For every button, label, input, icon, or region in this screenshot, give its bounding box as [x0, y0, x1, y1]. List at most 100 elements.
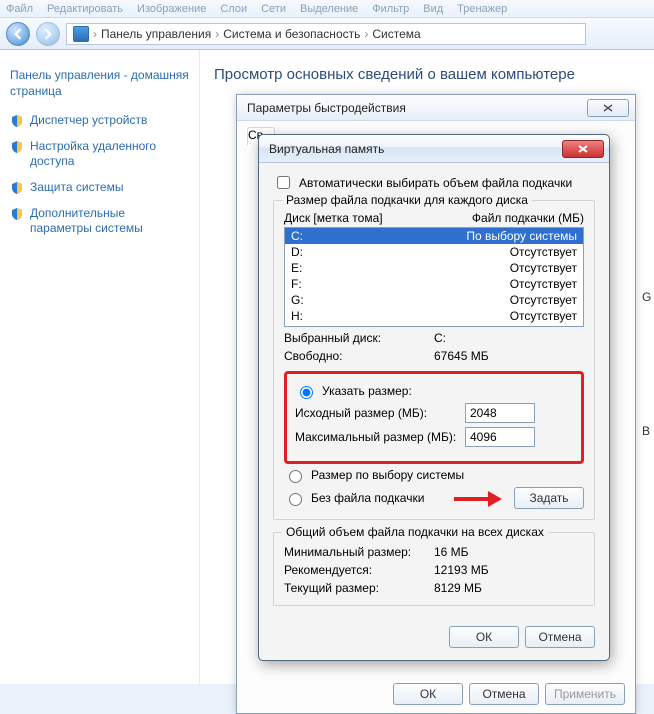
sidebar-item-remote-settings[interactable]: Настройка удаленного доступа [10, 139, 189, 170]
apply-button[interactable]: Применить [545, 683, 625, 705]
drive-letter: E: [291, 260, 302, 276]
total-group: Общий объем файла подкачки на всех диска… [273, 532, 595, 606]
drive-letter: H: [291, 308, 303, 324]
breadcrumb[interactable]: › Панель управления › Система и безопасн… [66, 23, 586, 45]
menu-item[interactable]: Выделение [300, 3, 358, 15]
shield-icon [10, 181, 24, 195]
drive-value: Отсутствует [510, 276, 577, 292]
sidebar-item-device-manager[interactable]: Диспетчер устройств [10, 113, 189, 129]
shield-icon [10, 207, 24, 221]
group-legend: Размер файла подкачки для каждого диска [282, 193, 532, 207]
recommended-value: 12193 МБ [434, 563, 489, 577]
free-space-label: Свободно: [284, 349, 434, 363]
cancel-button[interactable]: Отмена [469, 683, 539, 705]
menu-item[interactable]: Слои [220, 3, 247, 15]
sidebar-item-label: Защита системы [30, 180, 123, 196]
initial-size-label: Исходный размер (МБ): [295, 406, 465, 420]
shield-icon [10, 114, 24, 128]
breadcrumb-item[interactable]: Система и безопасность [223, 27, 360, 41]
ok-button[interactable]: ОК [449, 626, 519, 648]
menu-item[interactable]: Редактировать [47, 3, 123, 15]
min-size-label: Минимальный размер: [284, 545, 434, 559]
custom-size-radio[interactable]: Указать размер: [295, 383, 573, 399]
system-managed-radio[interactable]: Размер по выбору системы [284, 467, 584, 483]
back-button[interactable] [6, 22, 30, 46]
close-button[interactable] [587, 99, 629, 117]
control-panel-icon [73, 26, 89, 42]
max-size-input[interactable] [465, 427, 535, 447]
radio-label: Указать размер: [322, 384, 412, 398]
shield-icon [10, 140, 24, 154]
drive-letter: D: [291, 244, 303, 260]
drive-value: Отсутствует [510, 308, 577, 324]
menu-item[interactable]: Сети [261, 3, 286, 15]
dialog-titlebar[interactable]: Виртуальная память [259, 135, 609, 163]
menu-item[interactable]: Файл [6, 3, 33, 15]
breadcrumb-item[interactable]: Система [372, 27, 420, 41]
virtual-memory-dialog: Виртуальная память Автоматически выбират… [258, 134, 610, 661]
drive-letter: F: [291, 276, 302, 292]
selected-drive-label: Выбранный диск: [284, 331, 434, 345]
drive-row[interactable]: G: Отсутствует [285, 292, 583, 308]
radio-label: Без файла подкачки [311, 491, 424, 505]
checkbox-input[interactable] [277, 176, 290, 189]
list-header-size: Файл подкачки (МБ) [472, 211, 584, 225]
chevron-right-icon: › [215, 27, 219, 41]
page-title: Просмотр основных сведений о вашем компь… [200, 66, 654, 93]
sidebar: Панель управления - домашняя страница Ди… [0, 50, 200, 684]
radio-input[interactable] [289, 493, 302, 506]
drive-row[interactable]: H: Отсутствует [285, 308, 583, 324]
ok-button[interactable]: ОК [393, 683, 463, 705]
sidebar-item-label: Дополнительные параметры системы [30, 206, 189, 237]
close-button[interactable] [562, 140, 604, 158]
menu-item[interactable]: Фильтр [372, 3, 409, 15]
sidebar-item-system-protection[interactable]: Защита системы [10, 180, 189, 196]
cancel-button[interactable]: Отмена [525, 626, 595, 648]
background-peek: G В [642, 170, 652, 558]
radio-input[interactable] [289, 470, 302, 483]
list-header-drive: Диск [метка тома] [284, 211, 383, 225]
current-size-label: Текущий размер: [284, 581, 434, 595]
group-legend: Общий объем файла подкачки на всех диска… [282, 525, 548, 539]
no-paging-file-radio[interactable]: Без файла подкачки [284, 490, 424, 506]
drive-row[interactable]: F: Отсутствует [285, 276, 583, 292]
control-panel-home-link[interactable]: Панель управления - домашняя страница [10, 68, 189, 99]
free-space-value: 67645 МБ [434, 349, 489, 363]
peek-text: G [642, 290, 652, 304]
current-size-value: 8129 МБ [434, 581, 482, 595]
menu-item[interactable]: Изображение [137, 3, 206, 15]
chevron-right-icon: › [93, 27, 97, 41]
drive-list[interactable]: C:По выбору системы D:Отсутствует E:Отсу… [284, 227, 584, 327]
drive-letter: G: [291, 292, 304, 308]
sidebar-item-advanced-settings[interactable]: Дополнительные параметры системы [10, 206, 189, 237]
drive-value: Отсутствует [510, 244, 577, 260]
drive-value: По выбору системы [466, 228, 577, 244]
highlight-annotation: Указать размер: Исходный размер (МБ): Ма… [284, 371, 584, 464]
menu-item[interactable]: Тренажер [457, 3, 507, 15]
recommended-label: Рекомендуется: [284, 563, 434, 577]
sidebar-item-label: Диспетчер устройств [30, 113, 147, 129]
breadcrumb-item[interactable]: Панель управления [101, 27, 211, 41]
drive-row[interactable]: E:Отсутствует [285, 260, 583, 276]
radio-input[interactable] [300, 386, 313, 399]
set-button[interactable]: Задать [514, 487, 584, 509]
menu-item[interactable]: Вид [423, 3, 443, 15]
selected-drive-value: C: [434, 331, 446, 345]
checkbox-label: Автоматически выбирать объем файла подка… [299, 176, 572, 190]
min-size-value: 16 МБ [434, 545, 469, 559]
peek-text: В [642, 424, 652, 438]
initial-size-input[interactable] [465, 403, 535, 423]
app-menubar: Файл Редактировать Изображение Слои Сети… [0, 0, 654, 18]
sidebar-item-label: Настройка удаленного доступа [30, 139, 189, 170]
forward-button[interactable] [36, 22, 60, 46]
address-bar: › Панель управления › Система и безопасн… [0, 18, 654, 50]
drive-row[interactable]: D: Отсутствует [285, 244, 583, 260]
dialog-titlebar[interactable]: Параметры быстродействия [237, 95, 635, 121]
drive-value: Отсутствует [510, 292, 577, 308]
per-drive-group: Размер файла подкачки для каждого диска … [273, 200, 595, 520]
drive-row[interactable]: C:По выбору системы [285, 228, 583, 244]
auto-manage-checkbox[interactable]: Автоматически выбирать объем файла подка… [273, 173, 595, 192]
arrow-annotation-icon [452, 489, 502, 509]
radio-label: Размер по выбору системы [311, 468, 464, 482]
main-panel: Просмотр основных сведений о вашем компь… [200, 50, 654, 684]
